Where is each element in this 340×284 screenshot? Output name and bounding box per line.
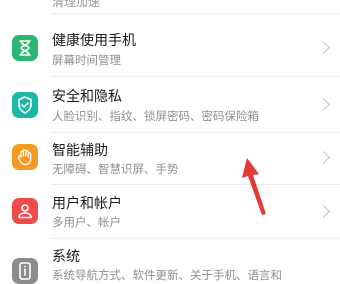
hourglass-icon [12, 35, 38, 61]
chevron-right-icon [317, 41, 330, 54]
cleanup-subtitle-partial: 清理加速 [52, 0, 101, 9]
settings-item-subtitle: 多用户、帐户 [52, 215, 121, 229]
shield-check-icon [12, 92, 38, 118]
phone-info-icon [12, 258, 38, 284]
divider [52, 76, 340, 77]
chevron-right-icon [317, 151, 330, 164]
settings-item-title: 安全和隐私 [52, 89, 122, 105]
settings-item-security-privacy[interactable]: 安全和隐私 人脸识别、指纹、锁屏密码、密码保险箱 [0, 78, 340, 134]
settings-item-users-accounts[interactable]: 用户和帐户 多用户、帐户 [0, 186, 340, 242]
settings-item-smart-assistance[interactable]: 智能辅助 无障碍、智慧识屏、手势 [0, 134, 340, 190]
settings-item-title: 健康使用手机 [52, 33, 136, 49]
settings-item-system[interactable]: 系统 系统导航方式、软件更新、关于手机、语言和 [0, 240, 340, 284]
chevron-right-icon [317, 98, 330, 111]
divider [52, 238, 340, 239]
settings-item-digital-balance[interactable]: 健康使用手机 屏幕时间管理 [0, 20, 340, 76]
divider [52, 132, 340, 133]
chevron-right-icon [317, 205, 330, 218]
user-icon [12, 198, 38, 224]
settings-item-subtitle: 人脸识别、指纹、锁屏密码、密码保险箱 [52, 109, 259, 123]
divider [52, 184, 340, 185]
hand-icon [12, 144, 38, 170]
settings-item-title: 智能辅助 [52, 143, 108, 159]
settings-item-subtitle: 系统导航方式、软件更新、关于手机、语言和 [52, 268, 282, 282]
settings-item-subtitle: 屏幕时间管理 [52, 53, 121, 67]
settings-item-title: 用户和帐户 [52, 196, 122, 212]
divider [52, 13, 340, 14]
settings-item-subtitle: 无障碍、智慧识屏、手势 [52, 162, 179, 176]
settings-item-title: 系统 [52, 249, 80, 265]
